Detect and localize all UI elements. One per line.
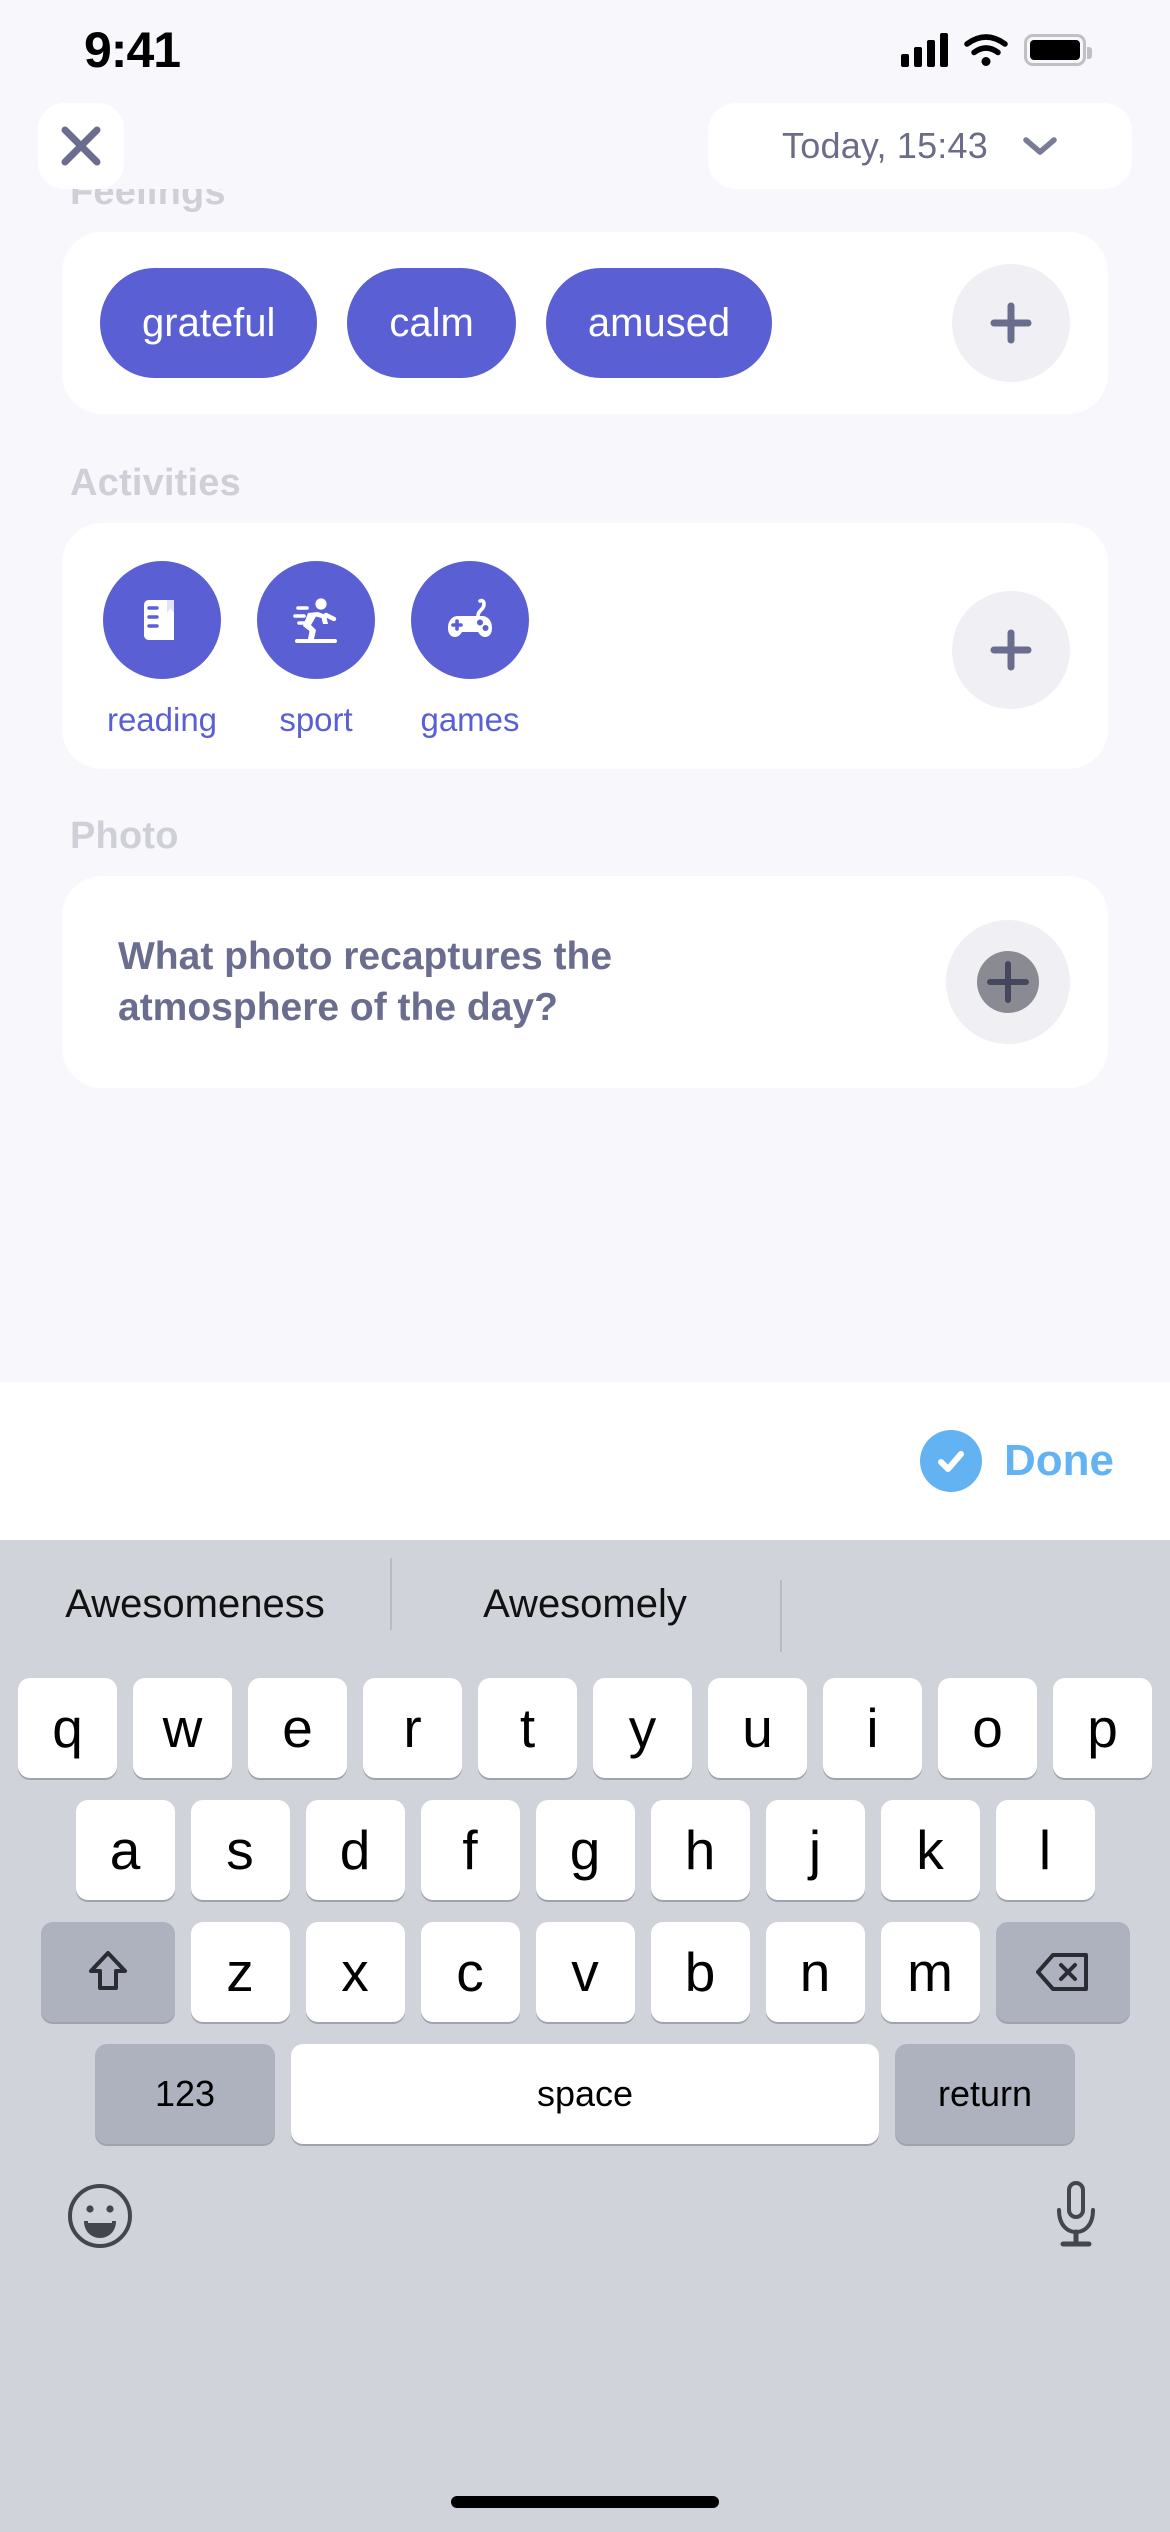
key-x[interactable]: x: [305, 1922, 405, 2022]
check-circle-icon: [920, 1430, 982, 1492]
key-q[interactable]: q: [18, 1678, 117, 1778]
numeric-key[interactable]: 123: [95, 2044, 275, 2144]
key-o[interactable]: o: [938, 1678, 1037, 1778]
suggestion-bar: Awesomeness Awesomely: [0, 1540, 1170, 1668]
key-v[interactable]: v: [535, 1922, 635, 2022]
activity-item-reading[interactable]: reading: [100, 561, 224, 739]
chevron-down-icon: [1023, 137, 1057, 155]
photo-card: What photo recaptures the atmosphere of …: [62, 876, 1108, 1088]
keyboard-row-2: a s d f g h j k l: [0, 1778, 1170, 1900]
section-label-feelings: Feelings: [70, 189, 226, 213]
date-label: Today, 15:43: [782, 125, 988, 166]
activity-item-sport[interactable]: sport: [254, 561, 378, 739]
return-key[interactable]: return: [895, 2044, 1075, 2144]
add-feeling-button[interactable]: [952, 264, 1070, 382]
key-a[interactable]: a: [75, 1800, 175, 1900]
key-h[interactable]: h: [650, 1800, 750, 1900]
key-i[interactable]: i: [823, 1678, 922, 1778]
dictation-key[interactable]: [1046, 2178, 1106, 2259]
photo-prompt-text: What photo recaptures the atmosphere of …: [118, 934, 613, 1029]
feelings-card: grateful calm amused: [62, 232, 1108, 414]
key-p[interactable]: p: [1053, 1678, 1152, 1778]
activity-label: sport: [279, 701, 353, 738]
close-button[interactable]: [38, 103, 124, 189]
wifi-icon: [964, 34, 1008, 66]
key-b[interactable]: b: [650, 1922, 750, 2022]
running-icon: [257, 561, 375, 679]
section-label-activities: Activities: [70, 462, 241, 504]
key-y[interactable]: y: [593, 1678, 692, 1778]
add-photo-button[interactable]: [946, 920, 1070, 1044]
key-g[interactable]: g: [535, 1800, 635, 1900]
done-toolbar: Done: [0, 1382, 1170, 1540]
backspace-icon: [1035, 1953, 1088, 1991]
keyboard-row-4: 123 space return: [0, 2022, 1170, 2144]
shift-arrow-icon: [88, 1951, 127, 1990]
key-f[interactable]: f: [420, 1800, 520, 1900]
key-w[interactable]: w: [133, 1678, 232, 1778]
plus-icon: [987, 961, 1029, 1003]
plus-icon: [990, 629, 1032, 671]
key-u[interactable]: u: [708, 1678, 807, 1778]
entry-content-scroll[interactable]: Feelings grateful calm amused Activities: [0, 189, 1170, 1336]
status-time: 9:41: [84, 22, 181, 78]
done-button[interactable]: Done: [1004, 1436, 1114, 1486]
gamepad-icon: [411, 561, 529, 679]
emoji-smiley-icon: [68, 2184, 132, 2248]
activity-label: games: [420, 701, 520, 738]
on-screen-keyboard: Awesomeness Awesomely q w e r t y u i o …: [0, 1540, 1170, 2532]
home-indicator: [451, 2496, 719, 2508]
add-photo-inner-circle: [977, 951, 1039, 1013]
backspace-key[interactable]: [995, 1922, 1130, 2022]
battery-icon: [1024, 34, 1092, 66]
microphone-icon: [1057, 2181, 1095, 2247]
activity-item-games[interactable]: games: [408, 561, 532, 739]
suggestion-item[interactable]: Awesomely: [390, 1557, 780, 1630]
key-d[interactable]: d: [305, 1800, 405, 1900]
key-s[interactable]: s: [190, 1800, 290, 1900]
key-k[interactable]: k: [880, 1800, 980, 1900]
book-glyph: [144, 600, 174, 640]
emoji-key[interactable]: [64, 2180, 136, 2257]
running-glyph: [293, 598, 337, 643]
status-indicators: [901, 33, 1092, 67]
shift-key[interactable]: [40, 1922, 175, 2022]
plus-icon: [990, 302, 1032, 344]
key-r[interactable]: r: [363, 1678, 462, 1778]
close-icon: [61, 126, 101, 166]
status-bar: 9:41: [0, 0, 1170, 100]
activities-card: reading sport games: [62, 523, 1108, 769]
gamepad-glyph: [448, 598, 492, 637]
keyboard-row-1: q w e r t y u i o p: [0, 1668, 1170, 1778]
key-n[interactable]: n: [765, 1922, 865, 2022]
feeling-chip[interactable]: calm: [347, 268, 516, 378]
book-icon: [103, 561, 221, 679]
key-c[interactable]: c: [420, 1922, 520, 2022]
check-glyph: [938, 1451, 964, 1472]
key-l[interactable]: l: [995, 1800, 1095, 1900]
cellular-signal-icon: [901, 33, 948, 67]
key-e[interactable]: e: [248, 1678, 347, 1778]
key-z[interactable]: z: [190, 1922, 290, 2022]
key-j[interactable]: j: [765, 1800, 865, 1900]
space-key[interactable]: space: [291, 2044, 879, 2144]
keyboard-bottom-row: [0, 2144, 1170, 2259]
section-label-photo: Photo: [70, 815, 179, 857]
header-bar: Today, 15:43: [0, 103, 1170, 189]
key-t[interactable]: t: [478, 1678, 577, 1778]
add-activity-button[interactable]: [952, 591, 1070, 709]
feeling-chip[interactable]: grateful: [100, 268, 318, 378]
feeling-chip[interactable]: amused: [545, 268, 773, 378]
suggestion-item[interactable]: Awesomeness: [0, 1582, 390, 1627]
date-selector[interactable]: Today, 15:43: [708, 103, 1132, 189]
key-m[interactable]: m: [880, 1922, 980, 2022]
app-screen: 9:41 Today, 15:43 Feelings grateful calm…: [0, 0, 1170, 2532]
keyboard-row-3: z x c v b n m: [0, 1900, 1170, 2022]
activity-label: reading: [106, 701, 218, 738]
